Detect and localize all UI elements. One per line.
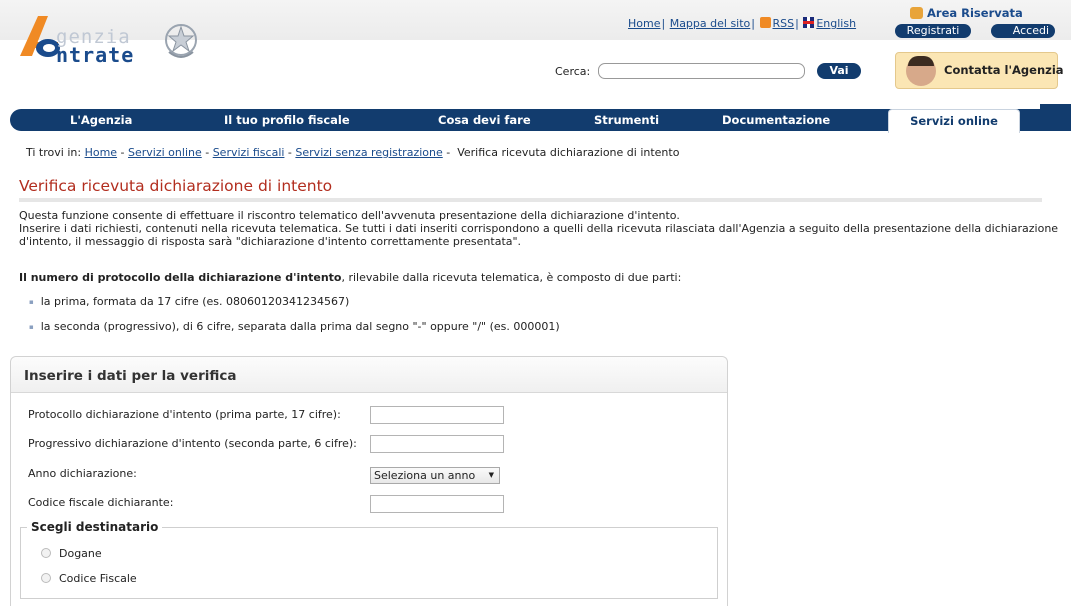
- radio-dogane-label: Dogane: [59, 547, 102, 560]
- codice-fiscale-label: Codice fiscale dichiarante:: [28, 496, 174, 509]
- top-links: Home| Mappa del sito| RSS| English: [628, 17, 856, 30]
- separator: |: [661, 17, 666, 30]
- protocol-rest: , rilevabile dalla ricevuta telematica, …: [341, 271, 682, 284]
- registrati-button[interactable]: Registrati: [895, 24, 971, 38]
- logo-text-ntrate: ntrate: [56, 43, 135, 67]
- dropdown-arrow-icon: ▼: [488, 471, 494, 479]
- separator: |: [751, 17, 755, 30]
- home-link[interactable]: Home: [628, 17, 660, 30]
- bullet-item-2: la seconda (progressivo), di 6 cifre, se…: [29, 320, 560, 333]
- operator-avatar-icon: [906, 56, 936, 86]
- separator: |: [795, 17, 799, 30]
- anno-select-value: Seleziona un anno: [374, 469, 476, 482]
- breadcrumb-servizi-senza-registrazione[interactable]: Servizi senza registrazione: [295, 146, 442, 159]
- intro-line-2: Inserire i dati richiesti, contenuti nel…: [19, 222, 1059, 235]
- lock-icon: [910, 7, 923, 19]
- intro-line-1: Questa funzione consente di effettuare i…: [19, 209, 680, 222]
- contatta-agenzia-button[interactable]: Contatta l'Agenzia: [895, 52, 1064, 89]
- search-input[interactable]: [598, 63, 805, 79]
- verification-form-panel: Inserire i dati per la verifica Protocol…: [10, 356, 728, 606]
- breadcrumb-prefix: Ti trovi in:: [26, 146, 82, 159]
- nav-item-strumenti[interactable]: Strumenti: [594, 113, 659, 127]
- codice-fiscale-input[interactable]: [370, 495, 504, 513]
- rss-icon: [759, 17, 771, 28]
- radio-button[interactable]: [41, 548, 51, 558]
- destinatario-legend: Scegli destinatario: [27, 520, 163, 534]
- bullet-item-1: la prima, formata da 17 cifre (es. 08060…: [29, 295, 350, 308]
- protocol-bold: Il numero di protocollo della dichiarazi…: [19, 271, 342, 284]
- rss-link[interactable]: RSS: [773, 17, 795, 30]
- nav-item-agenzia[interactable]: L'Agenzia: [70, 113, 132, 127]
- panel-title: Inserire i dati per la verifica: [24, 368, 237, 384]
- radio-codice-fiscale-label: Codice Fiscale: [59, 572, 137, 585]
- search-button[interactable]: Vai: [817, 63, 861, 79]
- nav-item-servizi-online-label: Servizi online: [910, 114, 998, 128]
- progressivo-label: Progressivo dichiarazione d'intento (sec…: [28, 437, 357, 450]
- breadcrumb: Ti trovi in: Home - Servizi online - Ser…: [26, 146, 680, 159]
- nav-item-documentazione[interactable]: Documentazione: [722, 113, 830, 127]
- protocol-description: Il numero di protocollo della dichiarazi…: [19, 271, 682, 285]
- mappa-link[interactable]: Mappa del sito: [670, 17, 751, 30]
- radio-dogane[interactable]: Dogane: [41, 547, 102, 560]
- page-title: Verifica ricevuta dichiarazione di inten…: [19, 177, 333, 195]
- english-link[interactable]: English: [816, 17, 856, 30]
- agenzia-entrate-logo[interactable]: genzia ntrate: [18, 10, 238, 76]
- nav-cap: [1040, 104, 1071, 109]
- progressivo-input[interactable]: [370, 435, 504, 453]
- accedi-button[interactable]: Accedi: [991, 24, 1055, 38]
- uk-flag-icon: [803, 17, 815, 28]
- title-divider: [19, 198, 1042, 202]
- radio-button[interactable]: [41, 573, 51, 583]
- search-label: Cerca:: [555, 65, 591, 78]
- panel-header: Inserire i dati per la verifica: [11, 357, 727, 393]
- protocollo-input[interactable]: [370, 406, 504, 424]
- nav-item-servizi-online[interactable]: Servizi online: [888, 109, 1020, 133]
- contatta-label: Contatta l'Agenzia: [944, 63, 1064, 77]
- breadcrumb-home[interactable]: Home: [85, 146, 117, 159]
- protocollo-label: Protocollo dichiarazione d'intento (prim…: [28, 408, 341, 421]
- destinatario-fieldset: Scegli destinatario Dogane Codice Fiscal…: [20, 520, 718, 599]
- breadcrumb-current: Verifica ricevuta dichiarazione di inten…: [457, 146, 680, 159]
- area-riservata-title: Area Riservata: [927, 6, 1023, 20]
- breadcrumb-servizi-online[interactable]: Servizi online: [128, 146, 202, 159]
- anno-label: Anno dichiarazione:: [28, 467, 137, 480]
- intro-line-3: d'intento, il messaggio di risposta sarà…: [19, 235, 522, 248]
- radio-codice-fiscale[interactable]: Codice Fiscale: [41, 572, 137, 585]
- nav-item-profilo-fiscale[interactable]: Il tuo profilo fiscale: [224, 113, 350, 127]
- anno-select[interactable]: Seleziona un anno ▼: [370, 467, 500, 484]
- nav-item-cosa-devi-fare[interactable]: Cosa devi fare: [438, 113, 531, 127]
- breadcrumb-servizi-fiscali[interactable]: Servizi fiscali: [213, 146, 285, 159]
- republic-emblem-icon: [165, 24, 197, 58]
